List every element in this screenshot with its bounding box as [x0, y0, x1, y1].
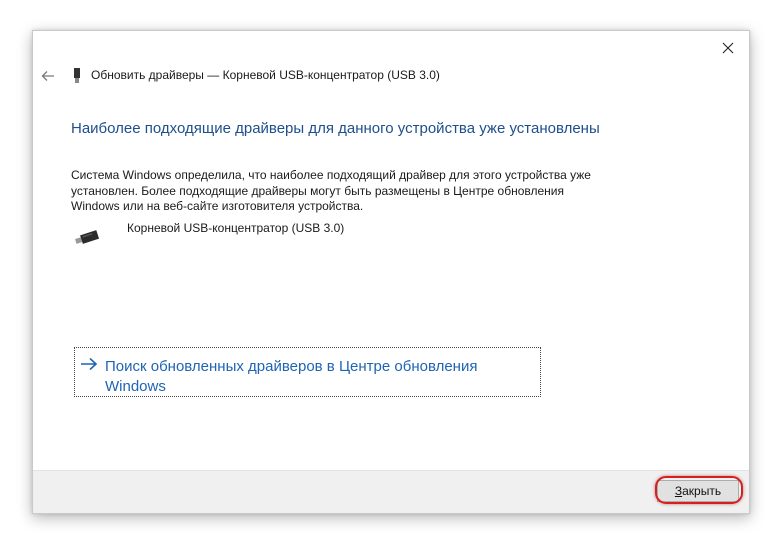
dialog-footer: Закрыть	[33, 470, 749, 513]
window-title: Обновить драйверы — Корневой USB-концент…	[91, 68, 440, 82]
search-windows-update-link-text: Поиск обновленных драйверов в Центре обн…	[105, 358, 478, 395]
close-button-label: акрыть	[682, 484, 722, 498]
device-manager-icon	[74, 68, 80, 83]
close-icon	[722, 42, 734, 54]
update-drivers-dialog: Обновить драйверы — Корневой USB-концент…	[32, 30, 750, 514]
status-description: Система Windows определила, что наиболее…	[71, 168, 591, 213]
close-button[interactable]: Закрыть	[657, 480, 739, 502]
title-bar: Обновить драйверы — Корневой USB-концент…	[33, 63, 749, 89]
search-windows-update-link[interactable]: Поиск обновленных драйверов в Центре обн…	[74, 347, 541, 397]
device-name: Корневой USB-концентратор (USB 3.0)	[127, 221, 345, 235]
arrow-right-icon	[81, 357, 98, 371]
back-button[interactable]	[38, 66, 58, 86]
usb-device-icon	[75, 230, 100, 244]
back-arrow-icon	[41, 71, 54, 81]
page-heading: Наиболее подходящие драйверы для данного…	[71, 120, 600, 137]
close-window-button[interactable]	[713, 35, 743, 61]
